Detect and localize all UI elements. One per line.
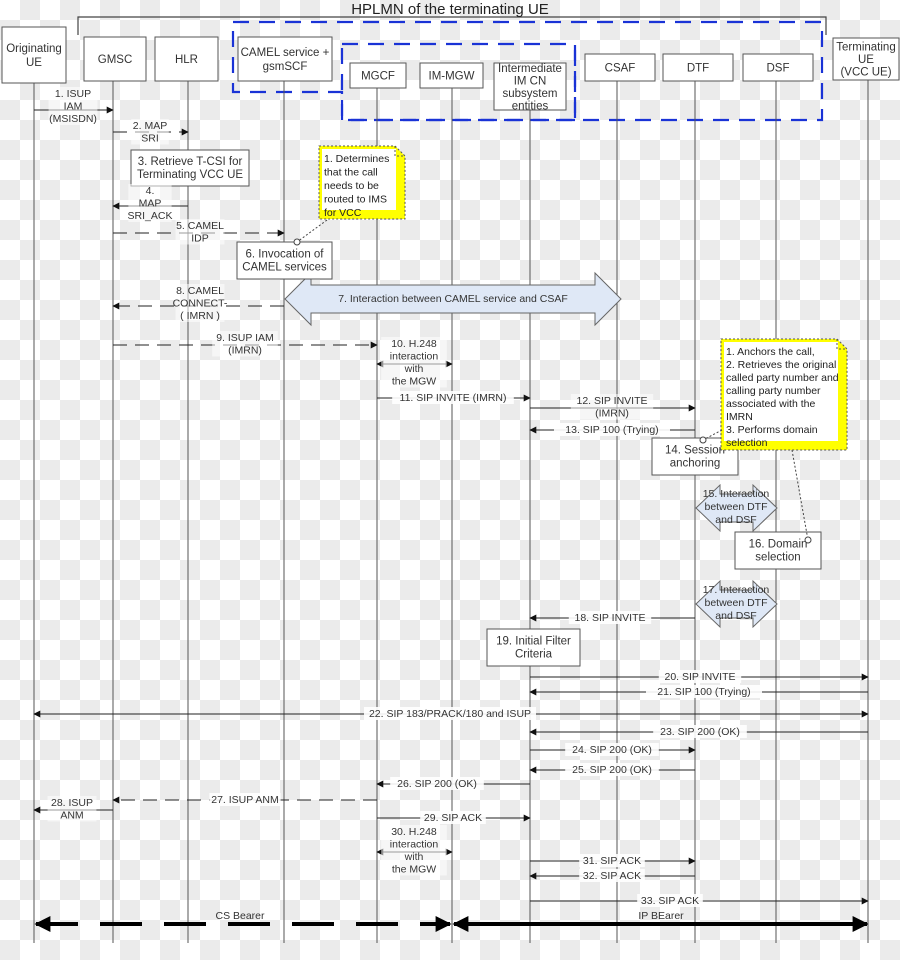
participant-ue_o: Originating UE	[1, 26, 67, 84]
participant-label: MGCF	[361, 71, 395, 83]
participant-hlr: HLR	[154, 36, 219, 82]
hplmn-title: HPLMN of the terminating UE	[351, 1, 549, 18]
message-23: 23. SIP 200 (OK)	[529, 725, 868, 738]
participant-label: DTF	[687, 63, 709, 75]
message-11: 11. SIP INVITE (IMRN)	[377, 391, 531, 404]
process-box-3: 3. Retrieve T-CSI for Terminating VCC UE	[130, 149, 250, 187]
message-30: 30. H.248 interaction with the MGW	[376, 825, 453, 876]
participant-gmsc: GMSC	[83, 36, 147, 82]
message-27: 27. ISUP ANM	[112, 793, 377, 806]
message-4: 4. MAP SRI_ACK	[112, 184, 188, 222]
message-31: 31. SIP ACK	[530, 854, 696, 867]
message-label: 21. SIP 100 (Trying)	[657, 686, 750, 698]
participant-ue_t: Terminating UE (VCC UE)	[832, 37, 900, 81]
message-label: 31. SIP ACK	[583, 855, 641, 867]
message-21: 21. SIP 100 (Trying)	[529, 685, 868, 698]
participant-dsf: DSF	[742, 53, 814, 82]
message-10: 10. H.248 interaction with the MGW	[376, 337, 453, 388]
process-box-6: 6. Invocation of CAMEL services	[236, 241, 333, 280]
message-label: 13. SIP 100 (Trying)	[565, 424, 658, 436]
message-label: 24. SIP 200 (OK)	[572, 744, 652, 756]
participant-imgw: IM-MGW	[419, 62, 484, 89]
message-label: 29. SIP ACK	[424, 812, 482, 824]
message-label: 23. SIP 200 (OK)	[660, 726, 740, 738]
process-label: 3. Retrieve T-CSI for Terminating VCC UE	[137, 156, 243, 181]
message-label: 11. SIP INVITE (IMRN)	[400, 392, 507, 404]
message-label: 32. SIP ACK	[583, 870, 641, 882]
ip-bearer: IP BEarer	[452, 910, 869, 932]
participant-camel: CAMEL service + gsmSCF	[237, 36, 333, 82]
message-18: 18. SIP INVITE	[529, 611, 695, 624]
participant-label: HLR	[175, 54, 198, 66]
note-anchor-icon	[293, 238, 301, 246]
message-5: 5. CAMEL IDP	[113, 219, 285, 245]
bearer-label: IP BEarer	[638, 910, 684, 922]
note-connector	[296, 219, 328, 243]
process-label: 16. Domain selection	[749, 539, 808, 564]
note-camel-note: 1. Determines that the call needs to be rou…	[293, 145, 406, 246]
sequence-diagram: HPLMN of the terminating UE Originating U…	[1, 1, 900, 943]
message-8: 8. CAMEL CONNECT-( IMRN )	[112, 284, 284, 322]
message-label: 25. SIP 200 (OK)	[572, 764, 652, 776]
message-33: 33. SIP ACK	[530, 894, 869, 907]
process-label: 6. Invocation of CAMEL services	[242, 249, 327, 274]
interaction-7: 7. Interaction between CAMEL service and…	[284, 271, 622, 327]
participant-label: GMSC	[98, 54, 133, 66]
participant-label: CSAF	[605, 63, 636, 75]
message-9: 9. ISUP IAM (IMRN)	[113, 331, 378, 357]
message-25: 25. SIP 200 (OK)	[529, 763, 695, 776]
message-label: 20. SIP INVITE	[664, 671, 735, 683]
process-label: 14. Session anchoring	[665, 445, 725, 470]
message-26: 26. SIP 200 (OK)	[376, 777, 530, 790]
message-28: 28. ISUP ANM	[33, 796, 113, 822]
interaction-15: 15. Interaction between DTF and DSF	[695, 483, 778, 533]
participant-label: DSF	[767, 63, 790, 75]
note-anchor-icon	[804, 536, 812, 544]
interaction-label: 7. Interaction between CAMEL service and…	[338, 293, 568, 305]
message-32: 32. SIP ACK	[529, 869, 695, 882]
message-29: 29. SIP ACK	[377, 811, 531, 824]
participant-dtf: DTF	[662, 53, 734, 82]
participant-imcn: Intermediate IM CN subsystem entities	[493, 62, 567, 112]
message-label: 27. ISUP ANM	[211, 794, 279, 806]
participant-label: IM-MGW	[429, 71, 475, 83]
process-box-19: 19. Initial Filter Criteria	[486, 628, 581, 667]
participant-csaf: CSAF	[584, 53, 656, 82]
message-label: 22. SIP 183/PRACK/180 and ISUP	[369, 708, 531, 720]
message-12: 12. SIP INVITE (IMRN)	[530, 394, 696, 420]
cs-bearer: CS Bearer	[34, 910, 452, 932]
note-connector	[791, 449, 809, 541]
bearer-label: CS Bearer	[215, 910, 265, 922]
participant-mgcf: MGCF	[349, 62, 407, 89]
message-2: 2. MAP SRI	[113, 119, 189, 145]
message-20: 20. SIP INVITE	[530, 670, 869, 683]
message-label: 18. SIP INVITE	[574, 612, 645, 624]
message-1: 1. ISUP IAM (MSISDN)	[34, 87, 114, 125]
message-label: 26. SIP 200 (OK)	[397, 778, 477, 790]
hplmn-region: HPLMN of the terminating UE	[77, 1, 827, 35]
message-22: 22. SIP 183/PRACK/180 and ISUP	[33, 707, 869, 720]
note-anchor-icon	[699, 436, 707, 444]
message-label: 33. SIP ACK	[641, 895, 699, 907]
message-24: 24. SIP 200 (OK)	[530, 743, 696, 756]
message-label: 8. CAMEL CONNECT-( IMRN )	[173, 285, 228, 322]
interaction-17: 17. Interaction between DTF and DSF	[695, 579, 778, 629]
message-13: 13. SIP 100 (Trying)	[529, 423, 695, 436]
